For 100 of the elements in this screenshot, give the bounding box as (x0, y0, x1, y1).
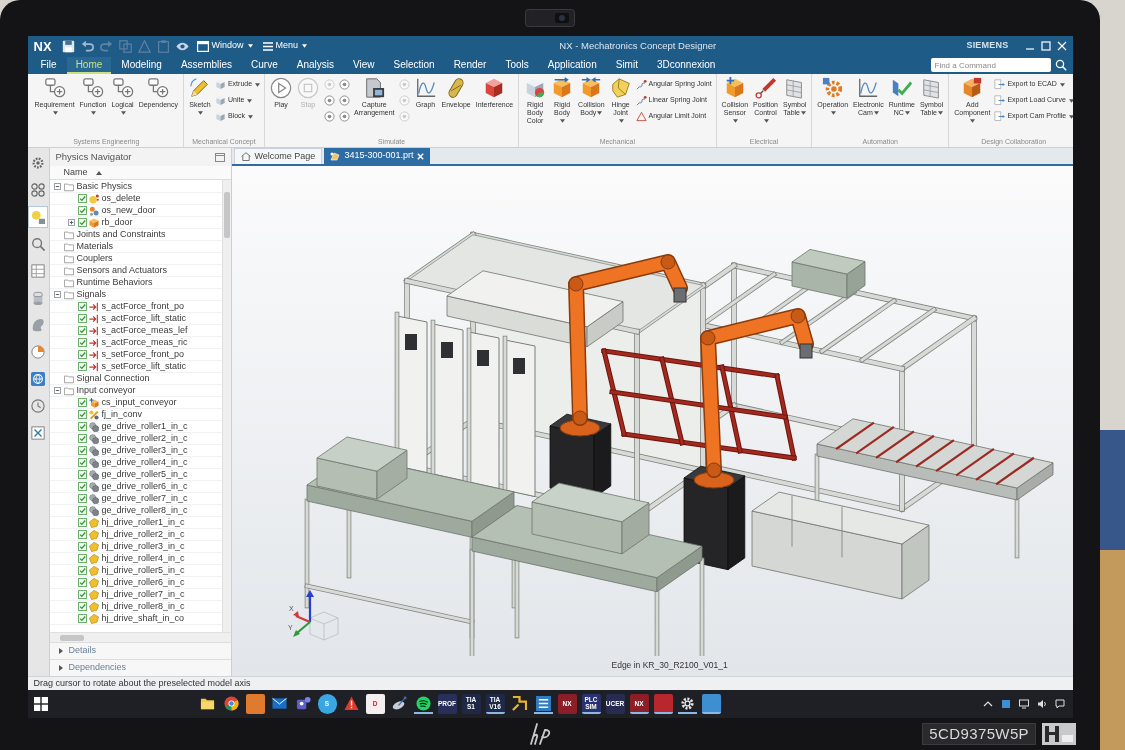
tree-item[interactable]: hj_drive_shaft_in_co (101, 614, 185, 623)
checkbox[interactable] (77, 494, 87, 503)
checkbox[interactable] (77, 362, 87, 371)
tree-item[interactable]: ge_drive_roller1_in_c (101, 422, 188, 431)
speaker-icon[interactable] (1036, 699, 1047, 709)
tree-item[interactable]: Runtime Behaviors (76, 278, 153, 287)
ribbon-tab[interactable]: Curve (242, 57, 287, 74)
tree-item[interactable]: ge_drive_roller4_in_c (101, 458, 188, 467)
document-tab[interactable]: 3415-300-001.prt (324, 148, 431, 164)
checkbox[interactable] (77, 602, 87, 611)
expand-icon[interactable] (68, 219, 75, 226)
panel-section-header[interactable]: Details (49, 642, 231, 659)
ribbon-tab[interactable]: Tools (496, 57, 538, 74)
tree-item[interactable]: hj_drive_roller8_in_c (101, 602, 185, 611)
tree-item[interactable]: ge_drive_roller6_in_c (101, 482, 188, 491)
tree-item[interactable]: s_actForce_meas_lef (101, 326, 188, 335)
ribbon-tab[interactable]: Simit (606, 57, 647, 74)
tree-item[interactable]: s_actForce_front_po (101, 302, 185, 311)
maximize-icon[interactable] (214, 152, 225, 162)
tree-item[interactable]: s_setForce_front_po (101, 350, 185, 359)
taskbar-app-button[interactable] (413, 694, 433, 714)
ribbon-icon-button[interactable] (338, 110, 351, 123)
checkbox[interactable] (77, 350, 87, 359)
tree-item[interactable]: rb_door (101, 218, 133, 227)
resource-bar-tab[interactable] (28, 206, 48, 228)
checkbox[interactable] (77, 398, 87, 407)
ribbon-tab[interactable]: Application (538, 57, 606, 74)
checkbox[interactable] (77, 554, 87, 563)
tree-item[interactable]: s_actForce_meas_ric (101, 338, 188, 347)
tree-item[interactable]: hj_drive_roller5_in_c (101, 566, 185, 575)
close-icon[interactable] (417, 152, 425, 160)
tree-item[interactable]: ge_drive_roller7_in_c (101, 494, 188, 503)
tree-item[interactable]: hj_drive_roller3_in_c (101, 542, 185, 551)
tree-item[interactable]: Input conveyor (76, 386, 136, 395)
ribbon-tab[interactable]: Modeling (112, 57, 171, 74)
tree-item[interactable]: Signal Connection (76, 374, 150, 383)
tree-item[interactable]: Materials (76, 242, 113, 251)
tree-item[interactable]: hj_drive_roller6_in_c (101, 578, 185, 587)
ribbon-tab[interactable]: View (344, 57, 384, 74)
menu-button[interactable]: Menu (260, 38, 310, 54)
ribbon-tab[interactable]: File (31, 57, 66, 74)
checkbox[interactable] (77, 194, 87, 203)
checkbox[interactable] (77, 458, 87, 467)
tree-item[interactable]: hj_drive_roller7_in_c (101, 590, 185, 599)
tree-item[interactable]: Couplers (76, 254, 113, 263)
close-icon[interactable] (1056, 41, 1067, 51)
tree-item[interactable]: hj_drive_roller1_in_c (101, 518, 185, 527)
checkbox[interactable] (77, 206, 87, 215)
tree-item[interactable]: fj_in_conv (101, 410, 143, 419)
ribbon-icon-button[interactable] (338, 78, 351, 91)
checkbox[interactable] (77, 446, 87, 455)
vertical-scrollbar[interactable] (221, 180, 231, 632)
tree-item[interactable]: os_delete (101, 194, 141, 203)
tree-item[interactable]: ge_drive_roller5_in_c (101, 470, 188, 479)
tree-item[interactable]: Joints and Constraints (76, 230, 166, 239)
ribbon-tab[interactable]: Render (444, 57, 496, 74)
checkbox[interactable] (77, 530, 87, 539)
tree-item[interactable]: ge_drive_roller3_in_c (101, 446, 188, 455)
tree-item[interactable]: Basic Physics (76, 182, 133, 191)
ribbon-tab[interactable]: Assemblies (171, 57, 242, 74)
checkbox[interactable] (77, 518, 87, 527)
tree-item[interactable]: ge_drive_roller8_in_c (101, 506, 188, 515)
tree-item[interactable]: s_setForce_lift_static (101, 362, 187, 371)
document-tab[interactable]: Welcome Page (233, 148, 323, 164)
tree-item[interactable]: os_new_door (101, 206, 156, 215)
taskbar-app-button[interactable] (701, 694, 721, 714)
checkbox[interactable] (77, 590, 87, 599)
collapse-icon[interactable] (54, 183, 61, 190)
tree-item[interactable]: hj_drive_roller2_in_c (101, 530, 185, 539)
checkbox[interactable] (77, 422, 87, 431)
notification-icon[interactable] (1054, 699, 1065, 709)
caret-icon[interactable] (982, 699, 993, 709)
taskbar-app-button[interactable] (221, 694, 241, 714)
search-field[interactable]: Find a Command (930, 58, 1051, 72)
taskbar-app-button[interactable] (533, 694, 553, 714)
tree-item[interactable]: Sensors and Actuators (76, 266, 168, 275)
ribbon-tab[interactable]: 3Dconnexion (647, 57, 725, 74)
taskbar-app-button[interactable] (677, 694, 697, 714)
tree-item[interactable]: cs_input_conveyor (101, 398, 177, 407)
checkbox[interactable] (77, 338, 87, 347)
column-header[interactable]: Name (63, 165, 88, 180)
checkbox[interactable] (77, 302, 87, 311)
tray-app-icon[interactable] (1000, 699, 1011, 709)
checkbox[interactable] (77, 542, 87, 551)
checkbox[interactable] (77, 482, 87, 491)
ribbon-tab[interactable]: Selection (384, 57, 444, 74)
horizontal-scrollbar[interactable] (49, 632, 231, 642)
taskbar-app-button[interactable] (509, 694, 529, 714)
collapse-icon[interactable] (54, 291, 61, 298)
checkbox[interactable] (77, 578, 87, 587)
window-menu-button[interactable]: Window (194, 38, 255, 54)
checkbox[interactable] (77, 326, 87, 335)
ribbon-icon-button[interactable] (323, 94, 336, 107)
checkbox[interactable] (77, 614, 87, 623)
tree-item[interactable]: Signals (76, 290, 107, 299)
checkbox[interactable] (77, 566, 87, 575)
taskbar-app-button[interactable] (653, 694, 673, 714)
search-icon[interactable] (1054, 59, 1067, 71)
tree-item[interactable]: ge_drive_roller2_in_c (101, 434, 188, 443)
save-icon[interactable] (61, 39, 75, 53)
